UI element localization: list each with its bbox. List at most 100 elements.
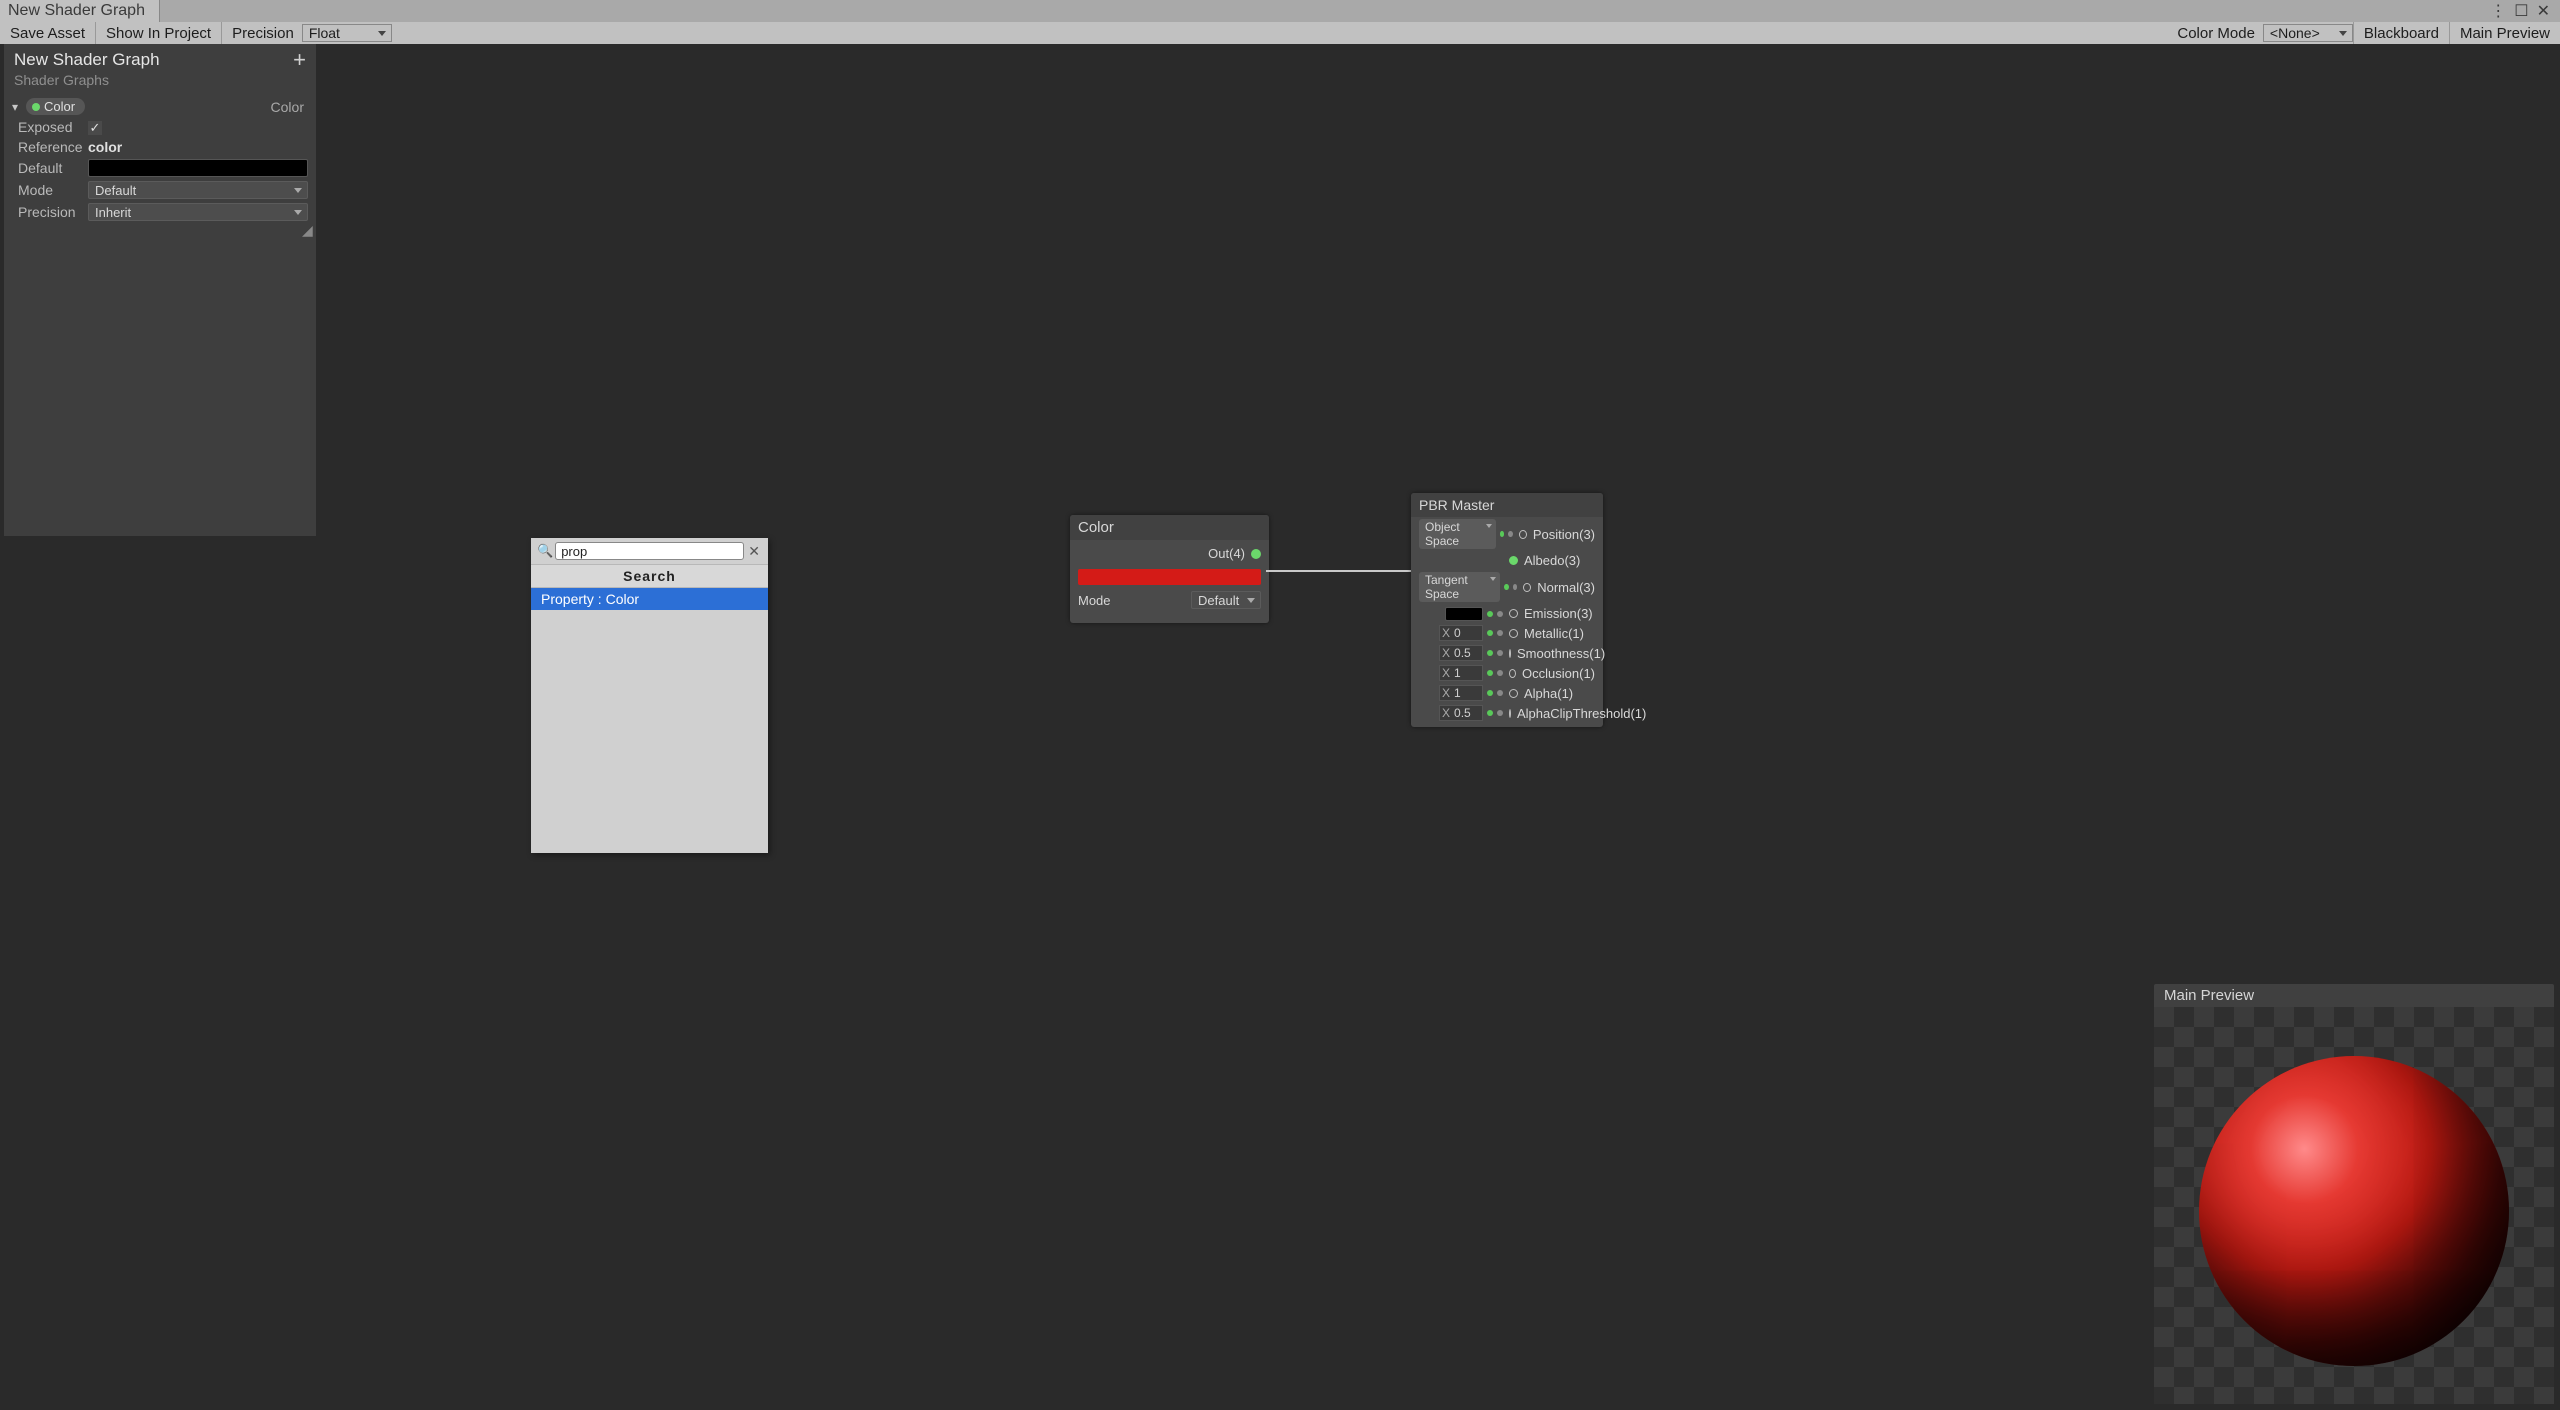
- position-port[interactable]: [1519, 530, 1527, 539]
- port-dot-icon: [1497, 650, 1503, 656]
- expand-chevron-icon[interactable]: ▾: [12, 100, 18, 114]
- emission-swatch[interactable]: [1445, 607, 1483, 621]
- metallic-port[interactable]: [1509, 629, 1518, 638]
- color-out-label: Out(4): [1208, 546, 1245, 561]
- preview-sphere: [2199, 1056, 2509, 1366]
- alpha-port[interactable]: [1509, 689, 1518, 698]
- window-title: New Shader Graph: [8, 2, 145, 20]
- occlusion-label: Occlusion(1): [1522, 666, 1595, 681]
- port-dot-icon: [1497, 630, 1503, 636]
- property-pill-label: Color: [44, 99, 75, 114]
- port-dot-icon: [1500, 531, 1505, 537]
- smoothness-port[interactable]: [1509, 649, 1511, 658]
- precision-prop-select[interactable]: Inherit: [88, 203, 308, 221]
- port-dot-icon: [1508, 531, 1513, 537]
- pbr-node-title[interactable]: PBR Master: [1411, 493, 1603, 517]
- main-preview-panel[interactable]: Main Preview: [2154, 984, 2554, 1404]
- alpha-input[interactable]: X1: [1439, 685, 1483, 701]
- title-bar: New Shader Graph ⋮ ☐ ✕: [0, 0, 2560, 22]
- exposed-label: Exposed: [18, 119, 78, 135]
- color-swatch[interactable]: [1078, 569, 1261, 585]
- main-preview-title[interactable]: Main Preview: [2154, 984, 2554, 1007]
- clear-search-icon[interactable]: ✕: [746, 543, 762, 560]
- precision-label: Precision: [222, 25, 302, 42]
- blackboard-header: New Shader Graph +: [4, 44, 316, 72]
- albedo-label: Albedo(3): [1524, 553, 1580, 568]
- default-label: Default: [18, 160, 78, 176]
- window-tab[interactable]: New Shader Graph: [0, 0, 160, 22]
- blackboard-panel[interactable]: New Shader Graph + Shader Graphs ▾ Color…: [4, 44, 316, 536]
- close-icon[interactable]: ✕: [2537, 1, 2550, 21]
- alpha-clip-input[interactable]: X0.5: [1439, 705, 1483, 721]
- port-dot-icon: [1487, 650, 1493, 656]
- precision-row: Precision Inherit: [4, 201, 316, 223]
- color-mode-select[interactable]: Default: [1191, 591, 1261, 609]
- mode-row: Mode Default: [4, 179, 316, 201]
- color-node[interactable]: Color Out(4) Mode Default: [1070, 515, 1269, 623]
- graph-canvas[interactable]: New Shader Graph + Shader Graphs ▾ Color…: [0, 44, 2560, 1410]
- tangent-space-select[interactable]: Tangent Space: [1419, 572, 1500, 602]
- color-mode-label: Mode: [1078, 593, 1111, 608]
- search-input[interactable]: [555, 542, 744, 560]
- port-dot-icon: [1487, 690, 1493, 696]
- alpha-clip-label: AlphaClipThreshold(1): [1517, 706, 1646, 721]
- occlusion-input[interactable]: X1: [1439, 665, 1483, 681]
- alpha-label: Alpha(1): [1524, 686, 1573, 701]
- port-dot-icon: [1497, 670, 1503, 676]
- object-space-select[interactable]: Object Space: [1419, 519, 1496, 549]
- window-controls: ⋮ ☐ ✕: [2490, 1, 2560, 21]
- window-menu-icon[interactable]: ⋮: [2490, 1, 2506, 21]
- normal-label: Normal(3): [1537, 580, 1595, 595]
- metallic-label: Metallic(1): [1524, 626, 1584, 641]
- smoothness-label: Smoothness(1): [1517, 646, 1605, 661]
- color-mode-label: Color Mode: [2167, 25, 2263, 42]
- precision-prop-label: Precision: [18, 204, 78, 220]
- property-pill[interactable]: Color: [26, 98, 85, 115]
- blackboard-title: New Shader Graph: [14, 50, 160, 70]
- port-dot-icon: [1497, 690, 1503, 696]
- port-dot-icon: [1497, 710, 1503, 716]
- color-node-title[interactable]: Color: [1070, 515, 1269, 540]
- blackboard-toggle-button[interactable]: Blackboard: [2353, 22, 2450, 44]
- blackboard-subtitle: Shader Graphs: [4, 72, 316, 96]
- connection-wire: [1266, 566, 1426, 576]
- color-out-port[interactable]: [1251, 549, 1261, 559]
- mode-label: Mode: [18, 182, 78, 198]
- search-icon: 🔍: [537, 543, 553, 559]
- search-result-item[interactable]: Property : Color: [531, 588, 768, 610]
- occlusion-port[interactable]: [1509, 669, 1516, 678]
- reference-field[interactable]: color: [88, 139, 308, 155]
- precision-select[interactable]: Float: [302, 24, 392, 42]
- main-preview-toggle-button[interactable]: Main Preview: [2450, 22, 2560, 44]
- position-label: Position(3): [1533, 527, 1595, 542]
- port-dot-icon: [1487, 670, 1493, 676]
- emission-label: Emission(3): [1524, 606, 1593, 621]
- preview-viewport[interactable]: [2154, 1007, 2554, 1404]
- alpha-clip-port[interactable]: [1509, 709, 1511, 718]
- maximize-icon[interactable]: ☐: [2514, 1, 2528, 21]
- port-dot-icon: [1504, 584, 1509, 590]
- smoothness-input[interactable]: X0.5: [1439, 645, 1483, 661]
- default-color-swatch[interactable]: [88, 159, 308, 177]
- search-heading: Search: [531, 564, 768, 588]
- reference-label: Reference: [18, 139, 78, 155]
- mode-select[interactable]: Default: [88, 181, 308, 199]
- property-row[interactable]: ▾ Color Color: [4, 96, 316, 117]
- exposed-row: Exposed ✓: [4, 117, 316, 137]
- exposed-checkbox[interactable]: ✓: [88, 121, 102, 135]
- albedo-port[interactable]: [1509, 556, 1518, 565]
- pbr-master-node[interactable]: PBR Master Object Space Position(3) Albe…: [1411, 493, 1603, 727]
- emission-port[interactable]: [1509, 609, 1518, 618]
- add-property-button[interactable]: +: [293, 53, 306, 67]
- show-in-project-button[interactable]: Show In Project: [96, 22, 222, 44]
- color-mode-select[interactable]: <None>: [2263, 24, 2353, 42]
- resize-handle-icon[interactable]: ◢: [302, 225, 314, 237]
- save-asset-button[interactable]: Save Asset: [0, 22, 96, 44]
- normal-port[interactable]: [1523, 583, 1531, 592]
- toolbar: Save Asset Show In Project Precision Flo…: [0, 22, 2560, 44]
- property-type-label: Color: [271, 99, 308, 115]
- metallic-input[interactable]: X0: [1439, 625, 1483, 641]
- port-dot-icon: [1487, 710, 1493, 716]
- port-dot-icon: [1497, 611, 1503, 617]
- exposed-dot-icon: [32, 103, 40, 111]
